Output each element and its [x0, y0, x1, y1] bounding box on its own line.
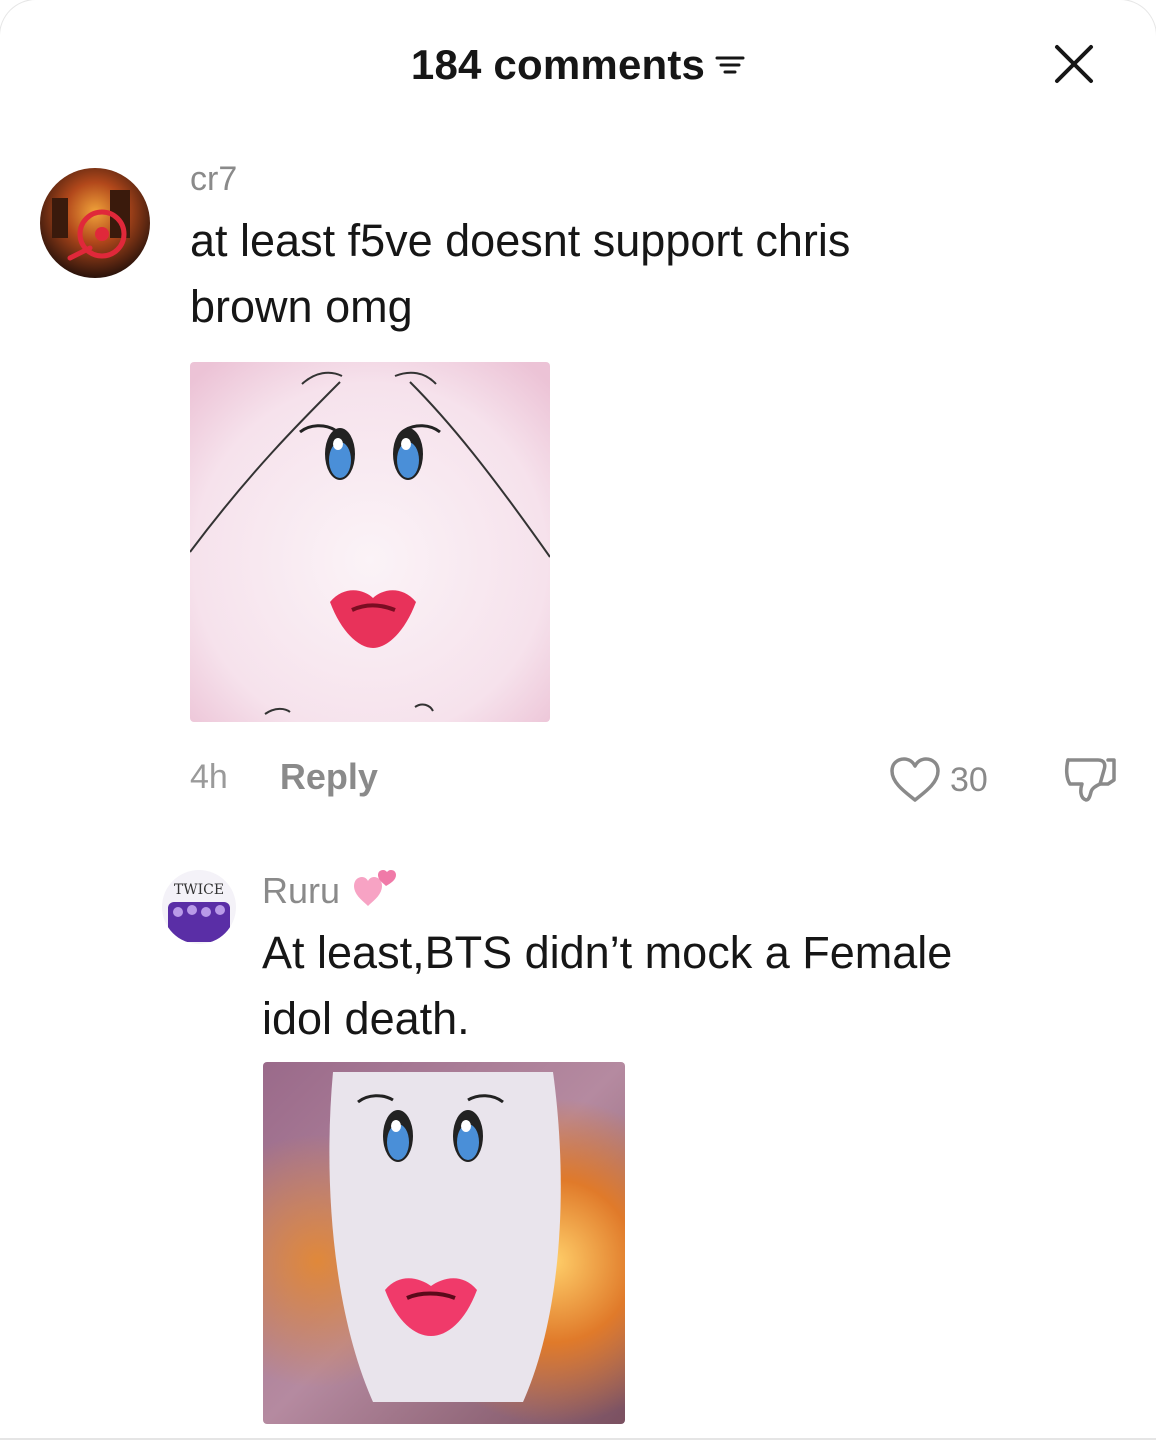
cartoon-face-fire-sticker[interactable]	[263, 1062, 625, 1424]
comment-username[interactable]: cr7	[190, 160, 237, 199]
avatar-text: TWICE	[174, 882, 224, 898]
two-hearts-icon	[352, 868, 398, 913]
avatar[interactable]	[40, 168, 150, 278]
heart-outline-icon	[890, 757, 940, 802]
comment-text-line: idol death.	[262, 993, 470, 1044]
cartoon-face-sticker[interactable]	[190, 362, 550, 722]
comment-time: 4h	[190, 757, 228, 796]
thumbs-down-icon	[1064, 758, 1116, 802]
comment-meta: 4h Reply	[190, 756, 378, 798]
comment-text: at least f5ve doesnt support chris brown…	[190, 208, 1090, 340]
reply-button[interactable]: Reply	[280, 756, 378, 798]
reply-comment-item: TWICE Ruru At least,BTS didn’t mock a Fe…	[0, 840, 1156, 1440]
comments-sheet: 184 comments cr7 at least f5ve doesnt su…	[0, 0, 1156, 1440]
like-count: 30	[950, 760, 988, 799]
comment-text-line: brown omg	[190, 281, 413, 332]
like-button[interactable]: 30	[888, 756, 988, 804]
dislike-button[interactable]	[1060, 754, 1120, 811]
comment-item: cr7 at least f5ve doesnt support chris b…	[0, 0, 1156, 820]
avatar[interactable]: TWICE	[162, 870, 236, 944]
comment-text-line: At least,BTS didn’t mock a Female	[262, 927, 953, 978]
reply-username-row: Ruru	[262, 868, 398, 913]
comment-text-line: at least f5ve doesnt support chris	[190, 215, 851, 266]
comment-username[interactable]: Ruru	[262, 870, 340, 912]
comment-text: At least,BTS didn’t mock a Female idol d…	[262, 920, 1142, 1052]
